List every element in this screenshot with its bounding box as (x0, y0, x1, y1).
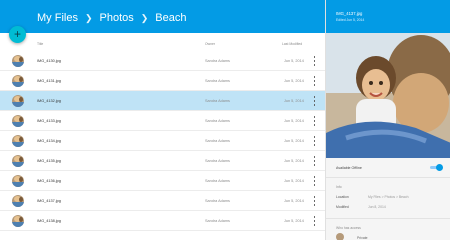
app-header: My Files ❯ Photos ❯ Beach (0, 0, 325, 33)
photo-preview (326, 33, 450, 158)
thumbnail (12, 195, 24, 207)
file-owner: Sandra Adams (205, 59, 230, 63)
more-vert-icon[interactable] (313, 96, 316, 106)
thumbnail (12, 95, 24, 107)
more-vert-icon[interactable] (313, 56, 316, 66)
breadcrumb-photos[interactable]: Photos (100, 12, 134, 24)
thumbnail (12, 175, 24, 187)
location-label: Location (336, 195, 349, 199)
file-name: IMG_4136.jpg (37, 179, 61, 183)
avatar (336, 233, 344, 240)
file-owner: Sandra Adams (205, 219, 230, 223)
thumbnail (12, 55, 24, 67)
file-name: IMG_4138.jpg (37, 219, 61, 223)
details-panel: IMG_4137.jpg Edited Jun 5, 2014 Availabl… (325, 0, 450, 240)
table-row[interactable]: IMG_4131.jpg Sandra Adams Jun 5, 2014 (0, 71, 325, 91)
file-name: IMG_4135.jpg (37, 159, 61, 163)
table-row[interactable]: IMG_4130.jpg Sandra Adams Jun 5, 2014 (0, 51, 325, 71)
file-date: Jun 5, 2014 (284, 139, 304, 143)
file-owner: Sandra Adams (205, 99, 230, 103)
location-value: My Files > Photos > Beach (368, 195, 409, 199)
more-vert-icon[interactable] (313, 176, 316, 186)
modified-row: Modified Jun 8, 2014 (336, 205, 386, 209)
file-name: IMG_4132.jpg (37, 99, 61, 103)
access-name: Private (357, 236, 368, 240)
column-headers: Title Owner Last Modified (0, 40, 325, 50)
more-vert-icon[interactable] (313, 156, 316, 166)
table-row[interactable]: IMG_4135.jpg Sandra Adams Jun 5, 2014 (0, 151, 325, 171)
file-date: Jun 5, 2014 (284, 159, 304, 163)
available-offline-row: Available Offline (326, 158, 450, 178)
breadcrumb: My Files ❯ Photos ❯ Beach (37, 12, 187, 24)
plus-icon: + (13, 27, 21, 41)
thumbnail (12, 75, 24, 87)
table-row[interactable]: IMG_4137.jpg Sandra Adams Jun 5, 2014 (0, 191, 325, 211)
available-offline-label: Available Offline (336, 166, 362, 170)
details-header: IMG_4137.jpg Edited Jun 5, 2014 (326, 0, 450, 33)
table-row[interactable]: IMG_4132.jpg Sandra Adams Jun 5, 2014 (0, 91, 325, 111)
details-subtitle: Edited Jun 5, 2014 (336, 18, 365, 22)
column-owner[interactable]: Owner (205, 42, 215, 46)
file-date: Jun 5, 2014 (284, 99, 304, 103)
breadcrumb-beach[interactable]: Beach (155, 12, 186, 24)
thumbnail (12, 155, 24, 167)
more-vert-icon[interactable] (313, 216, 316, 226)
more-vert-icon[interactable] (313, 76, 316, 86)
file-date: Jun 5, 2014 (284, 179, 304, 183)
modified-label: Modified (336, 205, 349, 209)
photo-preview-image (326, 33, 450, 158)
table-row[interactable]: IMG_4133.jpg Sandra Adams Jun 5, 2014 (0, 111, 325, 131)
file-name: IMG_4134.jpg (37, 139, 61, 143)
file-date: Jun 5, 2014 (284, 59, 304, 63)
chevron-right-icon: ❯ (84, 12, 93, 23)
file-owner: Sandra Adams (205, 159, 230, 163)
thumbnail (12, 135, 24, 147)
breadcrumb-my-files[interactable]: My Files (37, 12, 78, 24)
file-owner: Sandra Adams (205, 79, 230, 83)
more-vert-icon[interactable] (313, 196, 316, 206)
location-row: Location My Files > Photos > Beach (336, 195, 409, 199)
thumbnail (12, 215, 24, 227)
more-vert-icon[interactable] (313, 116, 316, 126)
info-heading: Info (336, 185, 342, 189)
column-title[interactable]: Title (37, 42, 43, 46)
access-heading: Who has access (336, 226, 361, 230)
file-date: Jun 5, 2014 (284, 79, 304, 83)
table-row[interactable]: IMG_4138.jpg Sandra Adams Jun 5, 2014 (0, 211, 325, 231)
modified-value: Jun 8, 2014 (368, 205, 386, 209)
divider (326, 218, 450, 219)
file-owner: Sandra Adams (205, 179, 230, 183)
table-row[interactable]: IMG_4134.jpg Sandra Adams Jun 5, 2014 (0, 131, 325, 151)
file-name: IMG_4130.jpg (37, 59, 61, 63)
file-name: IMG_4137.jpg (37, 199, 61, 203)
thumbnail (12, 115, 24, 127)
file-date: Jun 5, 2014 (284, 199, 304, 203)
toggle-knob (436, 164, 443, 171)
file-name: IMG_4133.jpg (37, 119, 61, 123)
table-row[interactable]: IMG_4136.jpg Sandra Adams Jun 5, 2014 (0, 171, 325, 191)
file-date: Jun 5, 2014 (284, 219, 304, 223)
available-offline-toggle[interactable] (430, 164, 443, 171)
file-name: IMG_4131.jpg (37, 79, 61, 83)
add-button[interactable]: + (9, 26, 26, 43)
chevron-right-icon: ❯ (140, 12, 149, 23)
file-list: IMG_4130.jpg Sandra Adams Jun 5, 2014 IMG_4… (0, 51, 325, 231)
file-owner: Sandra Adams (205, 199, 230, 203)
details-title: IMG_4137.jpg (336, 11, 363, 16)
more-vert-icon[interactable] (313, 136, 316, 146)
column-last-modified[interactable]: Last Modified (282, 42, 302, 46)
file-date: Jun 5, 2014 (284, 119, 304, 123)
file-owner: Sandra Adams (205, 139, 230, 143)
file-owner: Sandra Adams (205, 119, 230, 123)
